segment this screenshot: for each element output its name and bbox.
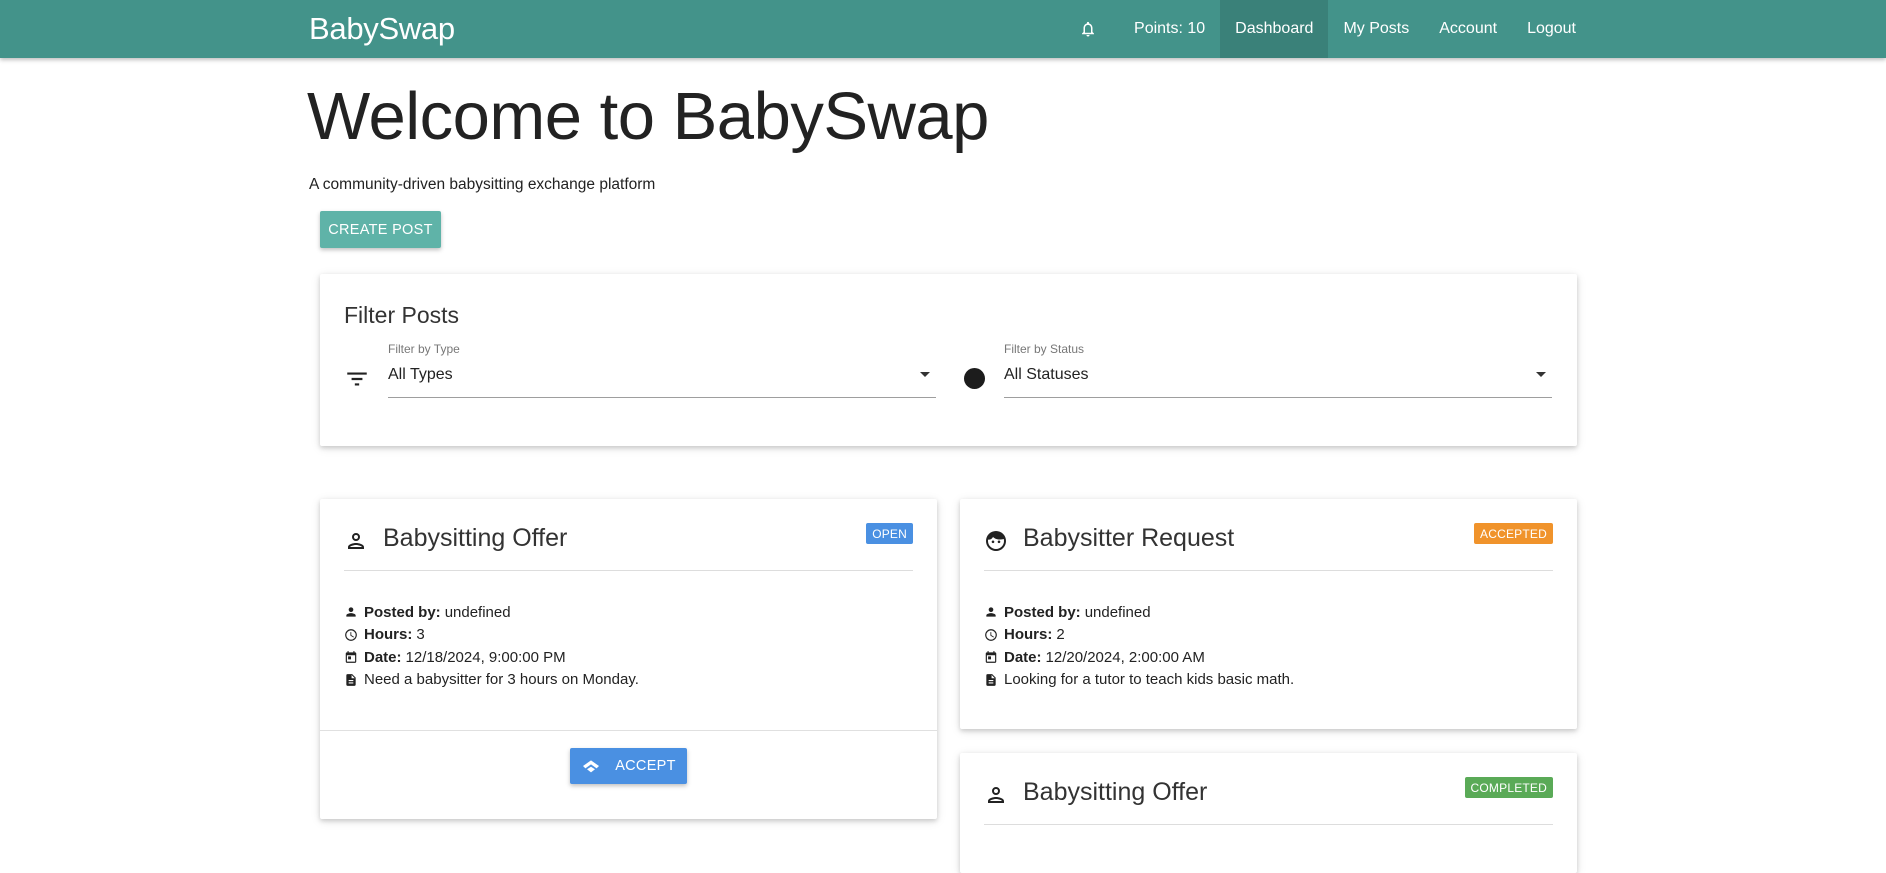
- chevron-down-icon: [920, 372, 930, 377]
- accept-button-label: ACCEPT: [615, 758, 676, 774]
- type-filter-select[interactable]: Filter by Type All Types: [388, 342, 936, 398]
- post-title: Babysitter Request: [1023, 524, 1235, 552]
- hours-label: Hours:: [364, 626, 413, 644]
- status-badge: ACCEPTED: [1474, 523, 1553, 544]
- brand-logo[interactable]: BabySwap: [309, 11, 455, 47]
- hours-row: Hours: 3: [344, 624, 639, 647]
- tagline: A community-driven babysitting exchange …: [309, 176, 656, 193]
- calendar-icon: [345, 651, 357, 664]
- status-badge: OPEN: [866, 523, 913, 544]
- posted-by-label: Posted by:: [1004, 603, 1081, 621]
- post-card: Babysitter Request ACCEPTED Posted by: u…: [960, 499, 1577, 729]
- hours-value: 2: [1056, 626, 1065, 644]
- post-card-header: Babysitting Offer COMPLETED: [984, 773, 1553, 825]
- navbar: BabySwap Points: 10 Dashboard My Posts A…: [0, 0, 1886, 58]
- accept-button[interactable]: ACCEPT: [570, 748, 687, 784]
- person-icon: [986, 607, 996, 617]
- nav-logout[interactable]: Logout: [1512, 0, 1591, 58]
- date-label: Date:: [364, 648, 402, 666]
- post-card: Babysitting Offer COMPLETED: [960, 753, 1577, 873]
- baby-face-icon: [986, 531, 1006, 551]
- hours-value: 3: [416, 626, 425, 644]
- create-post-button[interactable]: CREATE POST: [320, 211, 441, 248]
- bell-icon: [1082, 21, 1095, 37]
- type-filter-value: All Types: [388, 366, 453, 383]
- status-filter-select[interactable]: Filter by Status All Statuses: [1004, 342, 1552, 398]
- post-title: Babysitting Offer: [1023, 778, 1208, 806]
- person-icon: [346, 607, 356, 617]
- post-details: Posted by: undefined Hours: 2 Date: 12/2…: [984, 601, 1294, 691]
- card-actions: ACCEPT: [320, 730, 937, 819]
- nav-account[interactable]: Account: [1424, 0, 1512, 58]
- status-badge: COMPLETED: [1464, 777, 1553, 798]
- filter-title: Filter Posts: [344, 302, 460, 328]
- page-title: Welcome to BabySwap: [307, 79, 989, 154]
- status-filter-label: Filter by Status: [1004, 342, 1085, 356]
- post-card-header: Babysitter Request ACCEPTED: [984, 519, 1553, 571]
- status-filter-value: All Statuses: [1004, 366, 1089, 383]
- description-value: Looking for a tutor to teach kids basic …: [1004, 671, 1295, 689]
- document-icon: [346, 673, 356, 686]
- type-filter-label: Filter by Type: [388, 342, 460, 356]
- filter-card: Filter Posts Filter by Type All Types Fi…: [320, 274, 1577, 446]
- person-icon: [988, 787, 1004, 803]
- notifications-button[interactable]: [1057, 0, 1119, 58]
- calendar-icon: [985, 651, 997, 664]
- posted-by-label: Posted by:: [364, 603, 441, 621]
- clock-icon: [985, 628, 997, 641]
- date-row: Date: 12/18/2024, 9:00:00 PM: [344, 646, 639, 669]
- nav-my-posts[interactable]: My Posts: [1328, 0, 1424, 58]
- post-title: Babysitting Offer: [383, 524, 568, 552]
- description-row: Need a babysitter for 3 hours on Monday.: [344, 669, 639, 692]
- document-icon: [986, 673, 996, 686]
- filter-list-icon: [344, 366, 370, 392]
- chevron-down-icon: [1536, 372, 1546, 377]
- points-display: Points: 10: [1134, 20, 1206, 37]
- hours-label: Hours:: [1004, 626, 1053, 644]
- date-value: 12/18/2024, 9:00:00 PM: [405, 648, 566, 666]
- date-label: Date:: [1004, 648, 1042, 666]
- posted-by-row: Posted by: undefined: [984, 601, 1294, 624]
- clock-icon: [345, 628, 357, 641]
- post-details: Posted by: undefined Hours: 3 Date: 12/1…: [344, 601, 639, 691]
- nav-dashboard[interactable]: Dashboard: [1220, 0, 1329, 58]
- posted-by-value: undefined: [444, 603, 511, 621]
- description-row: Looking for a tutor to teach kids basic …: [984, 669, 1294, 692]
- status-dot-icon: [962, 366, 988, 392]
- date-row: Date: 12/20/2024, 2:00:00 AM: [984, 646, 1294, 669]
- handshake-icon: [583, 760, 600, 773]
- post-card: Babysitting Offer OPEN Posted by: undefi…: [320, 499, 937, 819]
- post-card-header: Babysitting Offer OPEN: [344, 519, 913, 571]
- posted-by-value: undefined: [1084, 603, 1151, 621]
- date-value: 12/20/2024, 2:00:00 AM: [1045, 648, 1205, 666]
- nav-menu: Points: 10 Dashboard My Posts Account Lo…: [1057, 0, 1591, 58]
- posted-by-row: Posted by: undefined: [344, 601, 639, 624]
- hours-row: Hours: 2: [984, 624, 1294, 647]
- description-value: Need a babysitter for 3 hours on Monday.: [364, 671, 639, 689]
- person-icon: [348, 533, 364, 549]
